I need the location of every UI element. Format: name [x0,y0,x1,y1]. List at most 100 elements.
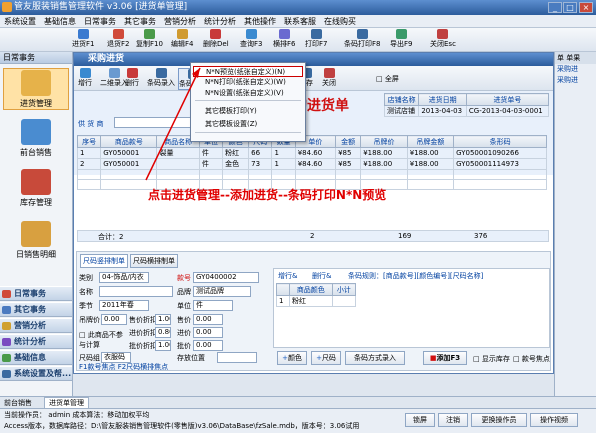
tutorial-video-button[interactable]: 操作视频 [530,413,578,427]
toolbar-button[interactable]: 退货F2 [107,29,129,51]
grid-cell[interactable] [406,179,455,190]
grid-header[interactable]: 条形码 [453,135,547,148]
store-value[interactable]: 测试店铺 [383,105,420,117]
grid-header[interactable]: 吊牌价 [360,135,408,148]
toolbar-button[interactable]: 关闭Esc [430,29,456,51]
fullscreen-checkbox[interactable]: □ 全屏 [376,74,399,84]
module-stock[interactable]: 库存管理 [3,168,69,210]
store-label-input[interactable] [217,352,257,363]
toolbar-button[interactable]: 复制F10 [136,29,163,51]
menu-item[interactable]: 统计分析 [200,15,240,27]
brand-value-input[interactable]: 测试品牌 [193,286,251,297]
wprice-value-input[interactable]: 0.00 [193,340,223,351]
grid-cell[interactable] [271,169,296,180]
grid-cell[interactable] [406,169,455,180]
name-label-input[interactable] [99,286,173,297]
grid-cell[interactable]: ¥188.00 [360,158,408,170]
window-toolbar-button[interactable]: 二维录入 [100,68,128,90]
lock-button[interactable]: 锁屏 [405,413,435,427]
add-row-button[interactable]: 增行& [278,271,297,281]
menu-item[interactable]: 营销分析 [160,15,200,27]
tab-horizontal-size[interactable]: 尺码横排制单 [130,254,178,268]
sidebar-group[interactable]: 统计分析 [0,334,72,349]
toolbar-button[interactable]: 横排F6 [273,29,295,51]
sidebar-group[interactable]: 其它事务 [0,302,72,317]
grid-cell[interactable] [76,169,102,180]
grid-cell[interactable] [453,179,547,190]
grid-cell[interactable]: ¥84.60 [294,158,337,170]
grid-header[interactable]: 金额 [335,135,362,148]
grid-cell[interactable]: 粉红 [222,147,250,159]
logout-button[interactable]: 注销 [438,413,468,427]
grid-cell[interactable]: ¥85 [335,147,362,159]
sidebar-group[interactable]: 日常事务 [0,286,72,301]
grid-cell[interactable]: ¥188.00 [360,147,408,159]
menu-item[interactable]: 日常事务 [80,15,120,27]
toolbar-button[interactable]: 打印F7 [305,29,327,51]
grid-cell[interactable]: 1 [271,147,296,159]
switch-operator-button[interactable]: 更换操作员 [471,413,527,427]
size-button[interactable]: +尺码 [311,351,341,365]
grid-cell[interactable] [453,169,547,180]
grid-cell[interactable]: ¥85 [335,158,362,170]
grid-cell[interactable]: 73 [248,158,273,170]
exclude-calc-checkbox[interactable]: □ 此商品不参与计算 [79,330,127,350]
toolbar-button[interactable]: 编辑F4 [171,29,193,51]
window-toolbar-button[interactable]: 增行 [78,68,92,90]
wholesale-value-input[interactable]: 1.00 [155,340,171,351]
sale-value-input[interactable]: 1.00 [155,314,171,325]
grid-cell[interactable] [222,169,250,180]
grid-cell[interactable]: 1 [76,147,102,159]
code-value-input[interactable]: GY0400002 [193,272,259,283]
grid-header[interactable]: 吊牌金额 [406,135,455,148]
menu-item[interactable]: 基础信息 [40,15,80,27]
grid-cell[interactable] [248,169,273,180]
module-purchase[interactable]: 进货管理 [3,68,69,110]
maximize-button[interactable]: □ [563,2,577,13]
menu-item[interactable]: 在线购买 [320,15,360,27]
grid-header[interactable]: 序号 [76,135,102,148]
inprice-value-input[interactable]: 0.00 [193,327,223,338]
toolbar-button[interactable]: 导出F9 [390,29,412,51]
grid-cell[interactable]: GY050001114973 [453,158,547,170]
toolbar-button[interactable]: 查询F3 [240,29,262,51]
grid-cell[interactable]: ¥188.00 [406,158,455,170]
right-item[interactable]: 采购进 [555,75,596,86]
grid-cell[interactable]: GY050001090266 [453,147,547,159]
minimize-button[interactable]: _ [548,2,562,13]
barcode-entry-button[interactable]: 条码方式录入 [345,351,405,365]
menu-item[interactable]: 系统设置 [0,15,40,27]
price-value-input[interactable]: 0.00 [193,314,223,325]
grid-cell[interactable] [335,169,362,180]
right-item[interactable]: 采购进 [555,64,596,75]
no-value[interactable]: CG-2013-04-03-0001 [465,105,550,117]
close-icon[interactable]: × [579,2,593,13]
season-value-input[interactable]: 2011年春 [99,300,149,311]
tag-value-input[interactable]: 0.00 [101,314,127,325]
window-toolbar-button[interactable]: 删行 [125,68,139,90]
show-stock-checkbox[interactable]: □ 显示库存 [473,354,510,364]
module-pos[interactable]: 前台销售 [3,118,69,160]
color-button[interactable]: +颜色 [277,351,307,365]
sidebar-group[interactable]: 基础信息 [0,350,72,365]
add-button[interactable]: ■添加F3 [423,351,467,365]
grid-cell[interactable] [294,169,337,180]
date-value[interactable]: 2013-04-03 [418,105,467,117]
tab-pos[interactable]: 前台销售 [4,398,32,408]
focus-code-checkbox[interactable]: □ 款号焦点 [513,354,550,364]
toolbar-button[interactable]: 删除Del [203,29,229,51]
menu-item[interactable]: 其它事务 [120,15,160,27]
toolbar-button[interactable]: 条码打印F8 [344,29,380,51]
grid-cell[interactable]: 2 [76,158,102,170]
in-value-input[interactable]: 0.80 [155,327,171,338]
grid-cell[interactable]: 66 [248,147,273,159]
tab-vertical-size[interactable]: 尺码竖排制单 [80,254,128,268]
grid-cell[interactable]: 金色 [222,158,250,170]
del-row-button[interactable]: 删行& [312,271,331,281]
sidebar-group[interactable]: 系统设置及帮... [0,366,72,381]
type-value-input[interactable]: 04-饰品/内衣 [99,272,149,283]
window-toolbar-button[interactable]: 关闭 [322,68,336,90]
toolbar-button[interactable]: 进货F1 [72,29,94,51]
module-daily[interactable]: 日销售明细 [3,220,69,262]
grid-cell[interactable] [76,179,102,190]
